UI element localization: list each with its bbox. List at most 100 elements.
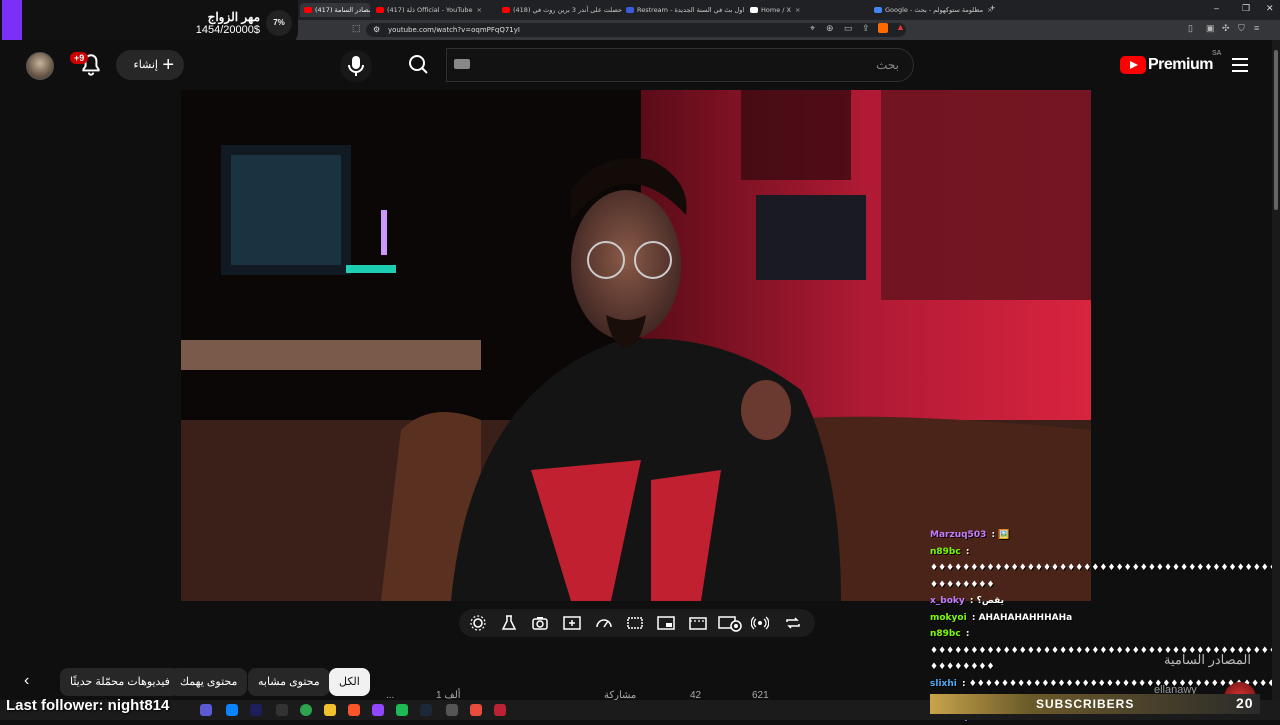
steam-icon[interactable] xyxy=(420,704,432,716)
youtube-header: +9 إنشاء + بحث Premium SA xyxy=(0,40,1280,90)
subscribers-count: 20 xyxy=(1236,695,1254,711)
bookmark-icon[interactable]: ⬚ xyxy=(352,23,361,34)
add-clip-icon[interactable] xyxy=(563,614,581,632)
video-player[interactable] xyxy=(181,90,1091,601)
app-icon[interactable] xyxy=(276,704,288,716)
record-icon[interactable] xyxy=(494,704,506,716)
zoom-icon[interactable]: ⊕ xyxy=(826,23,834,34)
browser-tab[interactable]: Restream - اول بث في السنة الجديدة× xyxy=(622,3,746,17)
share-icon[interactable]: ⇪ xyxy=(862,23,870,34)
browser-tab[interactable]: (417) ذلة Official - YouTube × xyxy=(372,3,496,17)
chat-username: slixhi xyxy=(930,679,957,689)
miniplayer-icon[interactable] xyxy=(657,614,675,632)
address-bar[interactable]: ⚙ youtube.com/watch?v=oqmPFqQ71yI xyxy=(366,23,906,37)
chip-all[interactable]: الكل xyxy=(329,668,370,696)
chat-separator: : xyxy=(988,530,998,540)
cast-icon[interactable] xyxy=(718,614,744,632)
keyboard-icon[interactable] xyxy=(454,59,470,69)
tab-label: (418) حصلت على أندر 3 برين روت في xyxy=(513,6,622,14)
premiere-icon[interactable] xyxy=(250,704,262,716)
donation-amount: 1454/20000$ xyxy=(196,24,260,36)
tab-close-icon[interactable]: × xyxy=(795,6,800,14)
tab-close-icon[interactable]: × xyxy=(476,6,481,14)
chat-text: ♦♦♦♦♦♦♦♦ xyxy=(930,662,995,672)
loop-icon[interactable] xyxy=(784,614,802,632)
chip-label: محتوى مشابه xyxy=(258,676,320,688)
obs-icon[interactable] xyxy=(470,704,482,716)
chat-message: mokyoi : AHAHAHAHHHAHa xyxy=(930,610,1280,627)
translate-icon[interactable]: ⌖ xyxy=(810,23,815,34)
spotify-icon[interactable] xyxy=(396,704,408,716)
ambient-icon[interactable] xyxy=(626,614,644,632)
install-icon[interactable]: ▭ xyxy=(844,23,853,34)
close-window-icon[interactable]: ✕ xyxy=(1266,3,1274,14)
create-button[interactable]: إنشاء + xyxy=(116,50,184,80)
wallet-icon[interactable]: ▣ xyxy=(1206,23,1215,34)
chip-recent-uploads[interactable]: فيديوهات محمّلة حديثًا xyxy=(60,668,180,696)
new-tab-button[interactable]: + xyxy=(990,3,995,13)
tab-label: Home / X xyxy=(761,6,791,14)
copilot-icon[interactable] xyxy=(200,704,212,716)
chat-username: x_boky xyxy=(930,596,965,606)
page-scrollbar[interactable] xyxy=(1272,40,1280,700)
plus-icon: + xyxy=(162,50,174,80)
donation-percent: 7% xyxy=(266,10,292,36)
subscribers-label: SUBSCRIBERS xyxy=(1036,697,1134,711)
search-input[interactable]: بحث xyxy=(446,48,914,82)
brave-icon[interactable] xyxy=(348,704,360,716)
last-follower-label: Last follower: night814 xyxy=(6,697,169,714)
chip-label: الكل xyxy=(339,676,360,688)
account-avatar[interactable] xyxy=(26,52,54,80)
video-frame xyxy=(181,90,1091,601)
microphone-icon xyxy=(340,50,372,82)
chrome-icon[interactable] xyxy=(300,704,312,716)
twitch-icon[interactable] xyxy=(372,704,384,716)
minimize-icon[interactable]: – xyxy=(1214,3,1219,13)
vpn-icon[interactable]: ⛉ xyxy=(1238,23,1245,34)
source-name-label: المصادر السامية xyxy=(1164,652,1251,668)
tab-favicon-icon xyxy=(502,7,510,13)
tab-favicon-icon xyxy=(376,7,384,13)
logo-word: Premium xyxy=(1148,56,1213,74)
maximize-icon[interactable]: ❐ xyxy=(1242,3,1250,14)
brave-shield-icon[interactable] xyxy=(878,23,888,33)
voice-search-button[interactable] xyxy=(340,50,372,82)
chip-for-you[interactable]: محتوى يهمك xyxy=(170,668,247,696)
notification-count-badge: +9 xyxy=(70,52,88,64)
browser-tab[interactable]: (418) حصلت على أندر 3 برين روت في× xyxy=(498,3,622,17)
chat-text: يقص؟ xyxy=(977,596,1004,606)
rewards-icon[interactable]: ▲ xyxy=(896,22,905,32)
tab-label: (417) ذلة Official - YouTube xyxy=(387,6,472,14)
chat-separator: : xyxy=(967,596,977,606)
file-explorer-icon[interactable] xyxy=(324,704,336,716)
beaker-icon[interactable] xyxy=(500,614,518,632)
extensions-icon[interactable]: ✣ xyxy=(1222,23,1230,34)
search-icon xyxy=(396,48,440,82)
browser-tab[interactable]: Home / X × xyxy=(746,3,870,17)
player-toolbar xyxy=(459,609,815,637)
sidebar-icon[interactable]: ▯ xyxy=(1188,23,1193,34)
xbox-icon[interactable] xyxy=(446,704,458,716)
scrollbar-thumb[interactable] xyxy=(1274,50,1278,210)
tab-label: Google - مظلومة ستوكهولم - بحث xyxy=(885,6,983,14)
tab-favicon-icon xyxy=(304,7,312,13)
browser-menu-icon[interactable]: ≡ xyxy=(1254,23,1259,33)
youtube-play-logo-icon xyxy=(1120,56,1146,74)
theater-icon[interactable] xyxy=(689,614,707,632)
browser-tab[interactable]: (417) المصادر السامة× xyxy=(300,3,370,17)
speed-icon[interactable] xyxy=(595,614,613,632)
create-label: إنشاء xyxy=(134,59,158,71)
chat-message: ♦♦♦♦♦♦♦♦ xyxy=(930,577,1280,594)
tab-label: (417) المصادر السامة xyxy=(315,6,370,14)
browser-tab[interactable]: Google - مظلومة ستوكهولم - بحث× xyxy=(870,3,994,17)
settings-icon[interactable] xyxy=(469,614,487,632)
chevron-left-icon[interactable]: ‹ xyxy=(24,672,29,690)
hamburger-menu-icon[interactable] xyxy=(1232,58,1248,72)
camera-icon[interactable] xyxy=(531,614,549,632)
site-info-icon[interactable]: ⚙ xyxy=(373,23,380,37)
live-icon[interactable] xyxy=(751,614,769,632)
store-icon[interactable] xyxy=(226,704,238,716)
search-button[interactable] xyxy=(396,48,440,82)
chat-username: n89bc xyxy=(930,547,961,557)
chip-related[interactable]: محتوى مشابه xyxy=(248,668,330,696)
